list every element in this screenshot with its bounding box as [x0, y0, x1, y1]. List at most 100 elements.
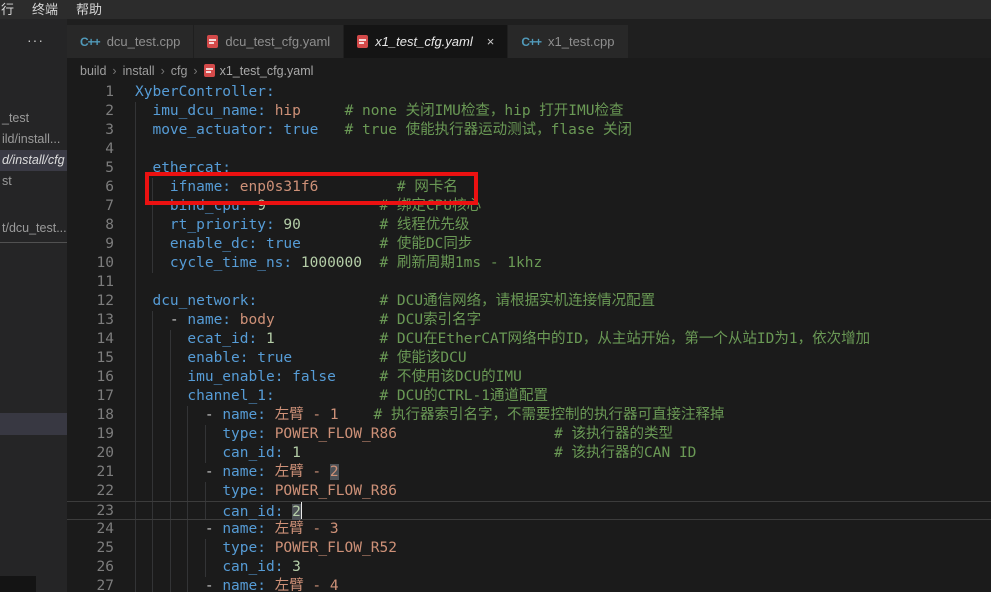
- breadcrumb-file[interactable]: x1_test_cfg.yaml: [204, 64, 314, 78]
- line-number[interactable]: 11: [67, 273, 114, 292]
- line-number[interactable]: 20: [67, 444, 114, 463]
- line-number[interactable]: 5: [67, 159, 114, 178]
- line-number[interactable]: 24: [67, 520, 114, 539]
- close-icon[interactable]: ×: [487, 34, 495, 49]
- code-line[interactable]: 8 rt_priority: 90 # 线程优先级: [67, 216, 991, 235]
- code-line[interactable]: 24 - name: 左臂 - 3: [67, 520, 991, 539]
- token-punc: -: [205, 578, 222, 592]
- token-com: # 使能该DCU: [379, 350, 466, 366]
- line-number[interactable]: 2: [67, 102, 114, 121]
- tab-x1_test_cfg.yaml[interactable]: x1_test_cfg.yaml×: [344, 25, 507, 58]
- code-line[interactable]: 14 ecat_id: 1 # DCU在EtherCAT网络中的ID，从主站开始…: [67, 330, 991, 349]
- code-line[interactable]: 4: [67, 140, 991, 159]
- token-key: enable:: [187, 350, 248, 366]
- more-actions-icon[interactable]: ···: [27, 32, 44, 48]
- line-number[interactable]: 18: [67, 406, 114, 425]
- sidebar-item[interactable]: _test: [0, 108, 67, 129]
- line-number[interactable]: 3: [67, 121, 114, 140]
- sidebar: ··· _testild/install...d/install/cfgst t/…: [0, 19, 67, 592]
- code-line[interactable]: 1XyberController:: [67, 83, 991, 102]
- code-line[interactable]: 3 move_actuator: true # true 使能执行器运动测试，f…: [67, 121, 991, 140]
- line-number[interactable]: 16: [67, 368, 114, 387]
- code-line[interactable]: 18 - name: 左臂 - 1 # 执行器索引名字，不需要控制的执行器可直接…: [67, 406, 991, 425]
- code-line[interactable]: 26 can_id: 3: [67, 558, 991, 577]
- line-number[interactable]: 9: [67, 235, 114, 254]
- token-ws: [135, 312, 170, 328]
- code-line-content: type: POWER_FLOW_R86 # 该执行器的类型: [114, 425, 673, 444]
- line-number[interactable]: 14: [67, 330, 114, 349]
- menu-item-终端[interactable]: 终端: [23, 0, 67, 19]
- line-number[interactable]: 19: [67, 425, 114, 444]
- line-number[interactable]: 15: [67, 349, 114, 368]
- token-key: enable_dc:: [170, 236, 257, 252]
- breadcrumb-item[interactable]: build: [80, 64, 106, 78]
- token-punc: -: [205, 464, 222, 480]
- line-number[interactable]: 12: [67, 292, 114, 311]
- tab-x1_test.cpp[interactable]: C++x1_test.cpp: [508, 25, 627, 58]
- line-number[interactable]: 22: [67, 482, 114, 501]
- sidebar-item[interactable]: st: [0, 171, 67, 192]
- code-line[interactable]: 7 bind_cpu: 9 # 绑定CPU核心: [67, 197, 991, 216]
- sidebar-item[interactable]: ild/install...: [0, 129, 67, 150]
- menu-item-行[interactable]: 行: [0, 0, 23, 19]
- line-number[interactable]: 25: [67, 539, 114, 558]
- code-line[interactable]: 6 ifname: enp0s31f6 # 网卡名: [67, 178, 991, 197]
- code-line[interactable]: 11: [67, 273, 991, 292]
- line-number[interactable]: 8: [67, 216, 114, 235]
- token-key: ifname:: [170, 179, 231, 195]
- token-key: type:: [222, 426, 266, 442]
- breadcrumb-item[interactable]: cfg: [171, 64, 188, 78]
- line-number[interactable]: 23: [67, 502, 114, 519]
- line-number[interactable]: 27: [67, 577, 114, 592]
- breadcrumb[interactable]: build›install›cfg›x1_test_cfg.yaml: [67, 58, 991, 83]
- token-ws: [231, 179, 240, 195]
- line-number[interactable]: 17: [67, 387, 114, 406]
- code-line[interactable]: 10 cycle_time_ns: 1000000 # 刷新周期1ms - 1k…: [67, 254, 991, 273]
- token-ws: [301, 236, 380, 252]
- code-line[interactable]: 2 imu_dcu_name: hip # none 关闭IMU检查，hip 打…: [67, 102, 991, 121]
- breadcrumb-item[interactable]: install: [123, 64, 155, 78]
- line-number[interactable]: 13: [67, 311, 114, 330]
- token-key: channel_1:: [187, 388, 274, 404]
- code-line[interactable]: 17 channel_1: # DCU的CTRL-1通道配置: [67, 387, 991, 406]
- code-line[interactable]: 13 - name: body # DCU索引名字: [67, 311, 991, 330]
- token-key: dcu_network:: [152, 293, 257, 309]
- code-line[interactable]: 27 - name: 左臂 - 4: [67, 577, 991, 592]
- token-ws: [135, 369, 187, 385]
- code-line[interactable]: 9 enable_dc: true # 使能DC同步: [67, 235, 991, 254]
- code-line[interactable]: 22 type: POWER_FLOW_R86: [67, 482, 991, 501]
- code-line[interactable]: 15 enable: true # 使能该DCU: [67, 349, 991, 368]
- tab-dcu_test.cpp[interactable]: C++dcu_test.cpp: [67, 25, 193, 58]
- code-line[interactable]: 5 ethercat:: [67, 159, 991, 178]
- token-ws: [266, 103, 275, 119]
- token-ws: [283, 504, 292, 520]
- line-number[interactable]: 26: [67, 558, 114, 577]
- code-line[interactable]: 16 imu_enable: false # 不使用该DCU的IMU: [67, 368, 991, 387]
- line-number[interactable]: 7: [67, 197, 114, 216]
- code-line[interactable]: 21 - name: 左臂 - 2: [67, 463, 991, 482]
- code-line-content: move_actuator: true # true 使能执行器运动测试，fla…: [114, 121, 632, 140]
- token-str: 左臂 - 1: [275, 407, 339, 423]
- code-line-content: dcu_network: # DCU通信网络，请根据实机连接情况配置: [114, 292, 655, 311]
- code-line[interactable]: 12 dcu_network: # DCU通信网络，请根据实机连接情况配置: [67, 292, 991, 311]
- token-ws: [339, 407, 374, 423]
- line-number[interactable]: 6: [67, 178, 114, 197]
- sidebar-item[interactable]: d/install/cfg: [0, 150, 67, 171]
- line-number[interactable]: 10: [67, 254, 114, 273]
- code-line[interactable]: 23 can_id: 2: [67, 501, 991, 520]
- sidebar-selected-row[interactable]: [0, 413, 67, 435]
- token-ws: [135, 103, 152, 119]
- sidebar-item[interactable]: t/dcu_test...: [0, 216, 67, 243]
- token-ws: [135, 160, 152, 176]
- code-line[interactable]: 25 type: POWER_FLOW_R52: [67, 539, 991, 558]
- code-line[interactable]: 19 type: POWER_FLOW_R86 # 该执行器的类型: [67, 425, 991, 444]
- code-line[interactable]: 20 can_id: 1 # 该执行器的CAN ID: [67, 444, 991, 463]
- line-number[interactable]: 1: [67, 83, 114, 102]
- token-key: type:: [222, 483, 266, 499]
- code-editor[interactable]: 1XyberController:2 imu_dcu_name: hip # n…: [67, 83, 991, 592]
- line-number[interactable]: 4: [67, 140, 114, 159]
- code-line-content: type: POWER_FLOW_R52: [114, 539, 397, 558]
- line-number[interactable]: 21: [67, 463, 114, 482]
- tab-dcu_test_cfg.yaml[interactable]: dcu_test_cfg.yaml: [194, 25, 343, 58]
- menu-item-帮助[interactable]: 帮助: [67, 0, 111, 19]
